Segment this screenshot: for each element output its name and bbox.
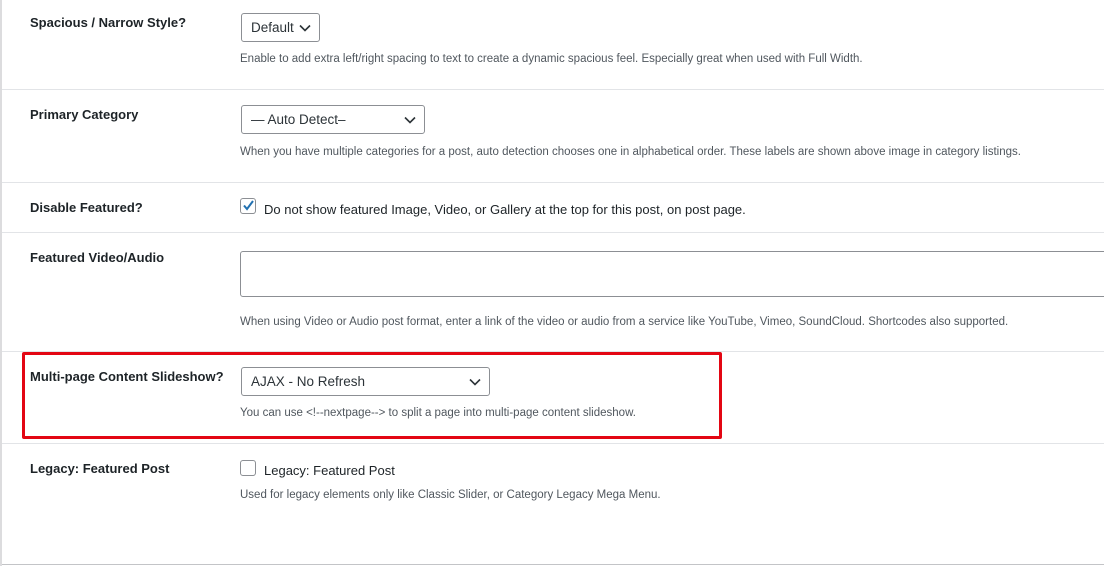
disable-featured-checkbox-label[interactable]: Do not show featured Image, Video, or Ga… <box>264 202 746 217</box>
setting-label: Legacy: Featured Post <box>30 461 170 476</box>
setting-label: Primary Category <box>30 107 139 122</box>
setting-label: Disable Featured? <box>30 200 143 215</box>
chevron-down-icon <box>469 378 481 386</box>
legacy-featured-checkbox-label[interactable]: Legacy: Featured Post <box>264 463 395 478</box>
setting-description: When you have multiple categories for a … <box>240 146 1021 158</box>
select-value: Default <box>251 20 294 35</box>
select-value: — Auto Detect– <box>251 112 346 127</box>
select-value: AJAX - No Refresh <box>251 374 366 389</box>
setting-row-primary-category: Primary Category — Auto Detect– When you… <box>2 90 1104 183</box>
setting-label: Featured Video/Audio <box>30 250 165 265</box>
chevron-down-icon <box>404 116 416 124</box>
spacious-style-select[interactable]: Default <box>241 13 320 42</box>
setting-label: Spacious / Narrow Style? <box>30 15 187 30</box>
setting-row-spacious: Spacious / Narrow Style? Default Enable … <box>2 0 1104 90</box>
setting-description: When using Video or Audio post format, e… <box>240 316 1009 328</box>
setting-row-featured-video: Featured Video/Audio When using Video or… <box>2 233 1104 352</box>
setting-row-disable-featured: Disable Featured? Do not show featured I… <box>2 183 1104 233</box>
checkmark-icon <box>243 200 254 211</box>
setting-description: You can use <!--nextpage--> to split a p… <box>240 407 636 419</box>
featured-video-textarea[interactable] <box>240 251 1104 297</box>
chevron-down-icon <box>299 24 311 32</box>
slideshow-select[interactable]: AJAX - No Refresh <box>241 367 490 396</box>
disable-featured-checkbox[interactable] <box>240 198 256 214</box>
setting-label: Multi-page Content Slideshow? <box>30 369 224 384</box>
setting-row-legacy: Legacy: Featured Post Legacy: Featured P… <box>2 444 1104 565</box>
setting-description: Used for legacy elements only like Class… <box>240 489 661 501</box>
legacy-featured-checkbox[interactable] <box>240 460 256 476</box>
setting-description: Enable to add extra left/right spacing t… <box>240 53 863 65</box>
setting-row-slideshow: Multi-page Content Slideshow? AJAX - No … <box>2 352 1104 444</box>
primary-category-select[interactable]: — Auto Detect– <box>241 105 425 134</box>
